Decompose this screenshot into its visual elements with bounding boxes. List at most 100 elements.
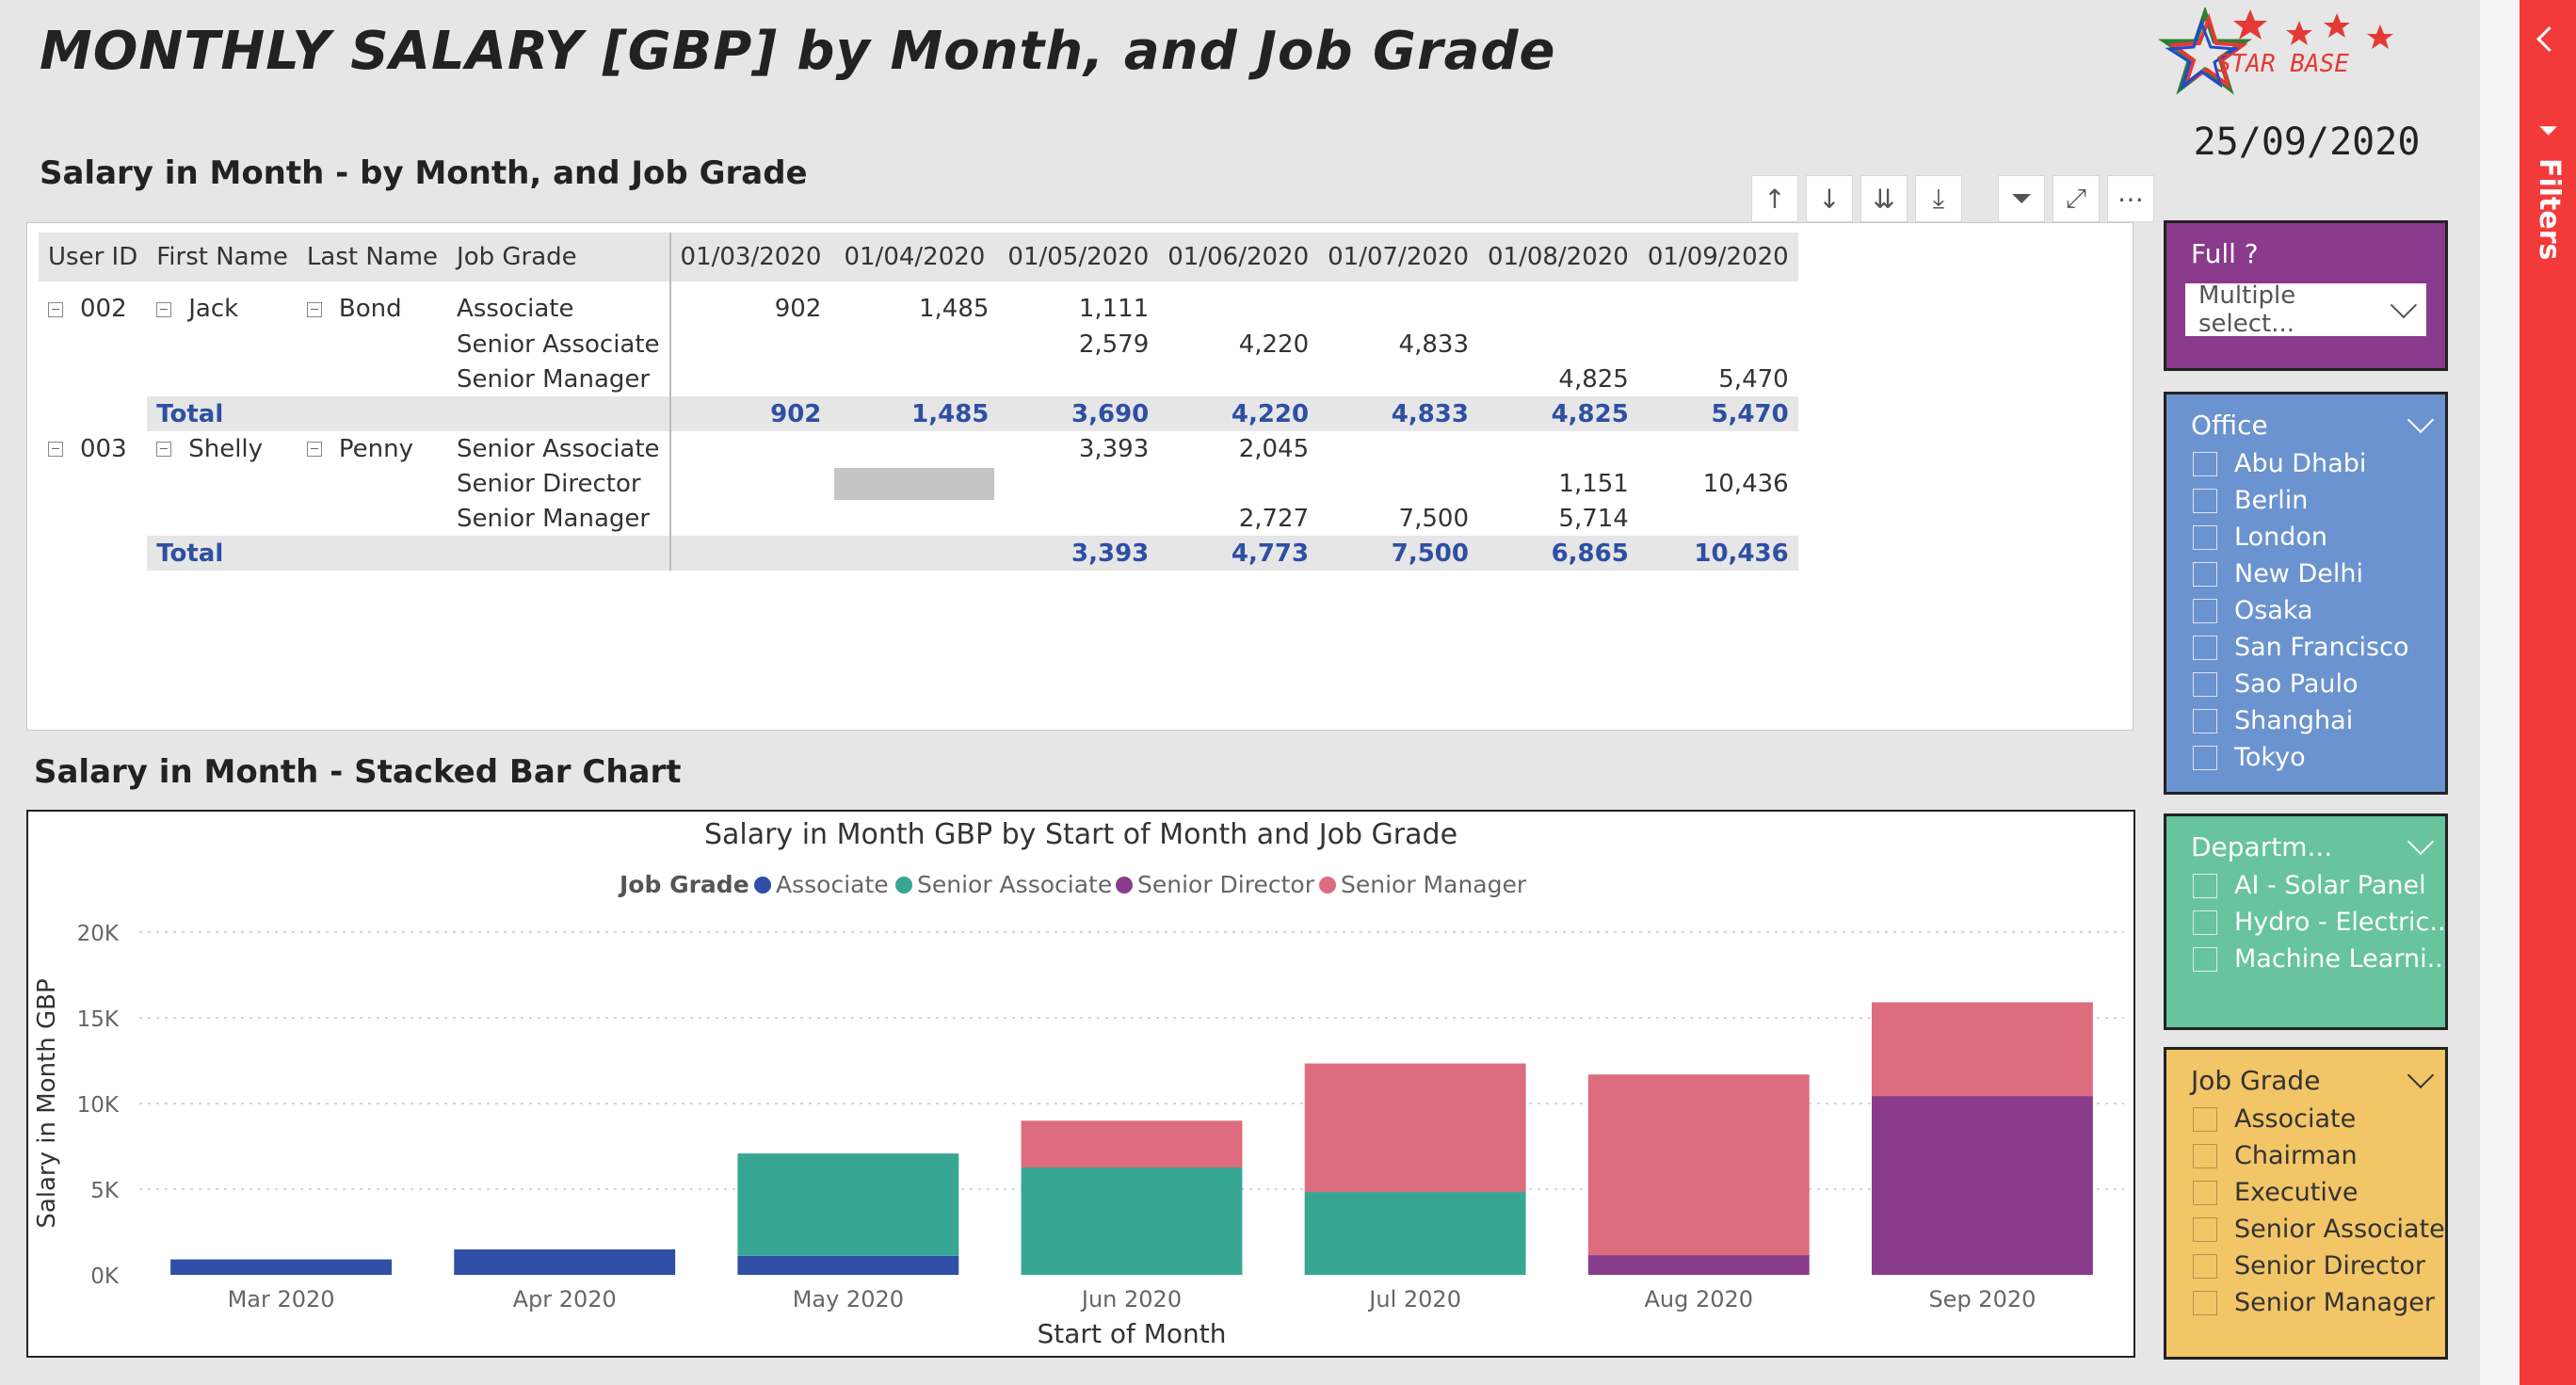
star-base-logo: STAR BASE xyxy=(2157,8,2393,95)
slicer-job-grade: Job Grade Associate Chairman Executive Seni… xyxy=(2164,1047,2448,1360)
slicer-option[interactable]: Shanghai xyxy=(2166,702,2445,739)
cell: Jack xyxy=(188,295,239,323)
checkbox-icon[interactable] xyxy=(2193,745,2217,770)
checkbox-icon[interactable] xyxy=(2193,1216,2217,1242)
checkbox-icon[interactable] xyxy=(2193,451,2217,476)
chevron-down-icon[interactable] xyxy=(2407,1061,2435,1089)
checkbox-icon[interactable] xyxy=(2193,635,2217,660)
cell: 5,470 xyxy=(1637,396,1798,431)
collapse-icon[interactable] xyxy=(156,442,172,457)
slicer-title: Departm... xyxy=(2191,830,2333,862)
go-to-next-level-icon[interactable]: ⇊ xyxy=(1860,175,1908,222)
collapse-icon[interactable] xyxy=(48,301,63,317)
focus-mode-icon[interactable]: ⤢ xyxy=(2053,175,2100,222)
cell: 3,393 xyxy=(998,536,1159,571)
slicer-option[interactable]: Hydro - Electric... xyxy=(2166,904,2445,941)
slicer-option-label: Abu Dhabi xyxy=(2234,449,2367,478)
checkbox-icon[interactable] xyxy=(2193,1143,2217,1168)
checkbox-icon[interactable] xyxy=(2193,1106,2217,1132)
slicer-option[interactable]: New Delhi xyxy=(2166,556,2445,592)
slicer-header: Office xyxy=(2166,395,2445,445)
cell xyxy=(1638,501,1798,536)
col-header[interactable]: 01/06/2020 xyxy=(1158,233,1319,282)
bar-segment xyxy=(1871,1096,2093,1275)
cell: 1,151 xyxy=(1558,469,1629,498)
checkbox-icon[interactable] xyxy=(2193,671,2217,697)
col-header[interactable]: Last Name xyxy=(297,233,448,282)
col-header[interactable]: 01/03/2020 xyxy=(668,233,831,282)
slicer-option[interactable]: London xyxy=(2166,519,2445,556)
cell xyxy=(830,327,998,362)
slicer-option[interactable]: Senior Associate xyxy=(2166,1211,2445,1248)
col-header[interactable]: Job Grade xyxy=(447,233,670,282)
slicer-option[interactable]: Sao Paulo xyxy=(2166,666,2445,702)
cell xyxy=(998,501,1158,536)
cell: 5,470 xyxy=(1718,364,1789,394)
x-tick-label: Jul 2020 xyxy=(1367,1286,1461,1313)
slicer-option[interactable]: Tokyo xyxy=(2166,739,2445,776)
checkbox-icon[interactable] xyxy=(2193,598,2217,623)
bar-segment xyxy=(170,1259,393,1275)
cell xyxy=(668,536,831,571)
report-date: 25/09/2020 xyxy=(2193,121,2421,164)
checkbox-icon[interactable] xyxy=(2193,708,2217,733)
checkbox-icon[interactable] xyxy=(2193,561,2217,587)
slicer-title: Office xyxy=(2191,409,2268,441)
col-header[interactable]: 01/09/2020 xyxy=(1637,233,1798,282)
checkbox-icon[interactable] xyxy=(2193,1180,2217,1205)
slicer-department: Departm... AI - Solar Panel Hydro - Elect… xyxy=(2164,813,2448,1030)
slicer-option[interactable]: Machine Learni... xyxy=(2166,941,2445,977)
checkbox-icon[interactable] xyxy=(2193,873,2217,898)
collapse-icon[interactable] xyxy=(306,301,322,317)
slicer-option[interactable]: San Francisco xyxy=(2166,629,2445,666)
expand-hierarchy-icon[interactable]: ⤓ xyxy=(1915,175,1962,222)
slicer-option-label: Osaka xyxy=(2234,596,2313,625)
slicer-option[interactable]: Associate xyxy=(2166,1101,2445,1137)
checkbox-icon[interactable] xyxy=(2193,946,2217,972)
col-header[interactable]: 01/07/2020 xyxy=(1318,233,1478,282)
col-header[interactable]: 01/08/2020 xyxy=(1477,233,1638,282)
legend-marker xyxy=(895,877,912,894)
drill-down-icon[interactable]: ↓ xyxy=(1806,175,1853,222)
more-options-icon[interactable]: ⋯ xyxy=(2107,175,2154,222)
checkbox-icon[interactable] xyxy=(2193,1290,2217,1315)
collapse-icon[interactable] xyxy=(306,442,322,457)
slicer-option[interactable]: AI - Solar Panel xyxy=(2166,867,2445,904)
cell: 3,393 xyxy=(1078,434,1150,463)
filter-icon[interactable]: ⏷ xyxy=(1998,175,2045,222)
collapse-icon[interactable] xyxy=(156,301,172,317)
checkbox-icon[interactable] xyxy=(2193,488,2217,513)
chevron-down-icon[interactable] xyxy=(2407,828,2435,856)
stacked-bar-chart-visual: Salary in Month GBP by Start of Month an… xyxy=(26,810,2135,1358)
y-tick-label: 10K xyxy=(77,1093,120,1118)
slicer-option[interactable]: Senior Manager xyxy=(2166,1284,2445,1321)
cell xyxy=(1638,282,1798,327)
x-tick-label: Aug 2020 xyxy=(1644,1286,1753,1313)
slicer-option[interactable]: Chairman xyxy=(2166,1137,2445,1174)
slicer-option[interactable]: Berlin xyxy=(2166,482,2445,519)
checkbox-icon[interactable] xyxy=(2193,1253,2217,1279)
slicer-option[interactable]: Executive xyxy=(2166,1174,2445,1211)
dropdown-value: Multiple select... xyxy=(2198,282,2296,338)
chevron-left-icon[interactable] xyxy=(2536,26,2562,52)
col-header[interactable]: 01/05/2020 xyxy=(998,233,1159,282)
bar-segment xyxy=(1021,1167,1243,1275)
col-header[interactable]: User ID xyxy=(39,233,148,282)
chevron-down-icon[interactable] xyxy=(2407,406,2435,434)
slicer-option[interactable]: Osaka xyxy=(2166,592,2445,629)
x-tick-label: Jun 2020 xyxy=(1080,1286,1182,1313)
col-header[interactable]: 01/04/2020 xyxy=(830,233,999,282)
checkbox-icon[interactable] xyxy=(2193,910,2217,935)
slicer-option[interactable]: Senior Director xyxy=(2166,1248,2445,1284)
checkbox-icon[interactable] xyxy=(2193,524,2217,550)
drill-up-icon[interactable]: ↑ xyxy=(1751,175,1798,222)
filters-pane[interactable]: ⏷ Filters xyxy=(2520,0,2576,1385)
slicer-header: Full ? xyxy=(2166,223,2445,274)
slicer-option[interactable]: Abu Dhabi xyxy=(2166,445,2445,482)
legend-item: Senior Manager xyxy=(1341,871,1527,898)
collapse-icon[interactable] xyxy=(48,442,63,457)
cell: Bond xyxy=(338,295,402,323)
col-header[interactable]: First Name xyxy=(147,233,298,282)
multiple-select-dropdown[interactable]: Multiple select... xyxy=(2185,282,2426,338)
visual-header-toolbar: ↑ ↓ ⇊ ⤓ ⏷ ⤢ ⋯ xyxy=(1751,175,2154,222)
